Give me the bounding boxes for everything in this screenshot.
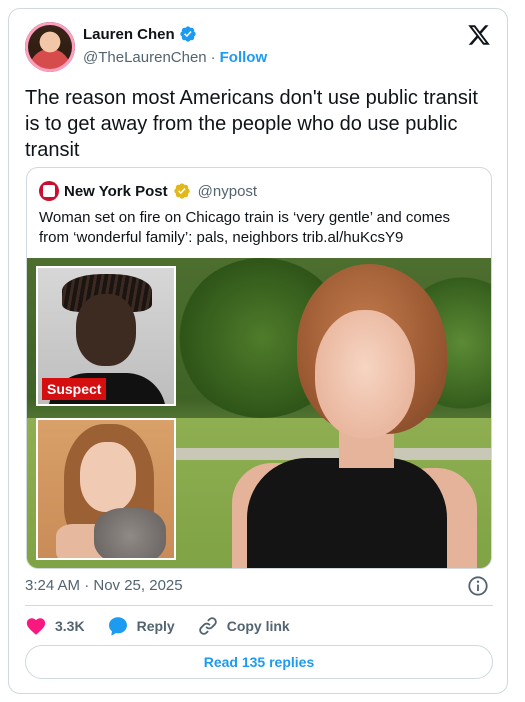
inset-photo-cat: [94, 508, 166, 558]
separator-dot: ·: [210, 49, 216, 66]
suspect-mugshot-inset: Suspect: [36, 266, 176, 406]
author-name-row: Lauren Chen: [83, 25, 197, 43]
post-text: The reason most Americans don't use publ…: [25, 87, 478, 161]
reply-label: Reply: [136, 618, 175, 634]
link-icon: [198, 617, 217, 635]
mugshot-face: [76, 294, 136, 366]
like-button[interactable]: 3.3K: [25, 615, 85, 637]
read-replies-button[interactable]: Read 135 replies: [25, 645, 493, 679]
copy-link-label: Copy link: [226, 618, 290, 634]
quoted-author-avatar: [39, 181, 59, 201]
author-display-name[interactable]: Lauren Chen: [83, 26, 175, 43]
post-timestamp[interactable]: 3:24 AM · Nov 25, 2025: [25, 577, 183, 594]
inset-photo-face: [80, 442, 136, 512]
embedded-post-card: Lauren Chen @TheLaurenChen · Follow The re…: [8, 8, 508, 694]
x-logo-icon[interactable]: [467, 23, 491, 47]
verified-badge-icon: [173, 183, 190, 199]
quoted-post-header: New York Post @nypost: [39, 181, 257, 201]
speech-bubble-icon: [108, 617, 127, 636]
author-handle[interactable]: @TheLaurenChen: [83, 49, 207, 66]
info-icon[interactable]: [467, 575, 489, 597]
divider: [25, 605, 493, 606]
quoted-post-text: Woman set on fire on Chicago train is ‘v…: [39, 209, 451, 246]
action-bar: 3.3K Reply Copy link: [25, 615, 290, 637]
quoted-author-name: New York Post: [64, 182, 168, 200]
verified-badge-icon: [180, 26, 196, 42]
suspect-label: Suspect: [42, 378, 107, 400]
photo-subject-face: [315, 310, 415, 438]
copy-link-button[interactable]: Copy link: [197, 615, 290, 637]
author-handle-row: @TheLaurenChen · Follow: [83, 49, 267, 66]
quoted-post[interactable]: New York Post @nypost Woman set on fire …: [26, 167, 492, 569]
reply-button[interactable]: Reply: [107, 615, 175, 637]
victim-photo-inset: [36, 418, 176, 560]
quoted-author-handle: @nypost: [197, 182, 258, 200]
quoted-post-image[interactable]: Suspect: [27, 258, 491, 568]
like-count: 3.3K: [55, 618, 85, 634]
photo-subject-top: [247, 458, 447, 568]
heart-icon: [26, 618, 46, 635]
author-avatar[interactable]: [25, 22, 75, 72]
follow-button[interactable]: Follow: [220, 49, 268, 66]
